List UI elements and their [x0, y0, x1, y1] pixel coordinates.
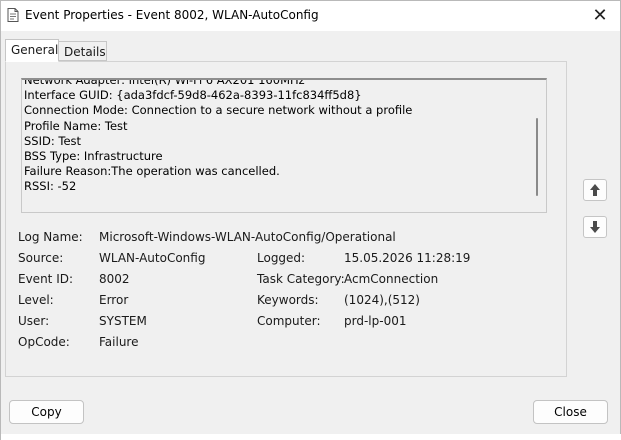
source-value: WLAN-AutoConfig [99, 251, 206, 265]
description-line: SSID: Test [24, 133, 82, 148]
copy-button[interactable]: Copy [9, 400, 84, 424]
tab-general[interactable]: General [5, 39, 59, 62]
background-window-strip [1, 434, 621, 440]
log-name-value: Microsoft-Windows-WLAN-AutoConfig/Operat… [99, 230, 396, 244]
close-button[interactable]: Close [533, 400, 608, 424]
general-tab-panel: Network Adapter: Intel(R) Wi-Fi 6 AX201 … [5, 61, 567, 377]
source-label: Source: [18, 251, 64, 265]
event-id-value: 8002 [99, 272, 130, 286]
description-line: Interface GUID: {ada3fdcf-59d8-462a-8393… [24, 88, 362, 103]
level-value: Error [99, 293, 129, 307]
keywords-label: Keywords: [257, 293, 319, 307]
user-value: SYSTEM [99, 314, 147, 328]
computer-label: Computer: [257, 314, 321, 328]
description-line: Connection Mode: Connection to a secure … [24, 103, 413, 118]
description-line: BSS Type: Infrastructure [24, 149, 163, 164]
opcode-value: Failure [99, 335, 139, 349]
description-line: Profile Name: Test [24, 118, 128, 133]
title-bar[interactable]: Event Properties - Event 8002, WLAN-Auto… [1, 1, 620, 31]
logged-value: 15.05.2026 11:28:19 [344, 251, 471, 265]
opcode-label: OpCode: [18, 335, 70, 349]
next-event-button[interactable] [583, 216, 607, 238]
previous-event-button[interactable] [583, 179, 607, 201]
event-id-label: Event ID: [18, 272, 74, 286]
computer-value: prd-lp-001 [344, 314, 407, 328]
log-name-label: Log Name: [18, 230, 83, 244]
description-line: RSSI: -52 [24, 179, 77, 194]
description-scrollbar[interactable] [536, 118, 538, 196]
description-line: Failure Reason:The operation was cancell… [24, 164, 280, 179]
user-label: User: [18, 314, 50, 328]
task-category-label: Task Category: [257, 272, 345, 286]
task-category-value: AcmConnection [344, 272, 439, 286]
description-line: Network Adapter: Intel(R) Wi-Fi 6 AX201 … [24, 78, 305, 87]
close-icon[interactable]: ✕ [588, 4, 612, 28]
keywords-value: (1024),(512) [344, 293, 420, 307]
event-description-box[interactable]: Network Adapter: Intel(R) Wi-Fi 6 AX201 … [21, 78, 547, 213]
event-document-icon [7, 8, 19, 22]
event-properties-window: Event Properties - Event 8002, WLAN-Auto… [0, 0, 621, 440]
tab-details[interactable]: Details [59, 41, 107, 61]
level-label: Level: [18, 293, 54, 307]
event-description-text: Network Adapter: Intel(R) Wi-Fi 6 AX201 … [24, 78, 413, 195]
logged-label: Logged: [257, 251, 306, 265]
window-title: Event Properties - Event 8002, WLAN-Auto… [25, 8, 319, 22]
